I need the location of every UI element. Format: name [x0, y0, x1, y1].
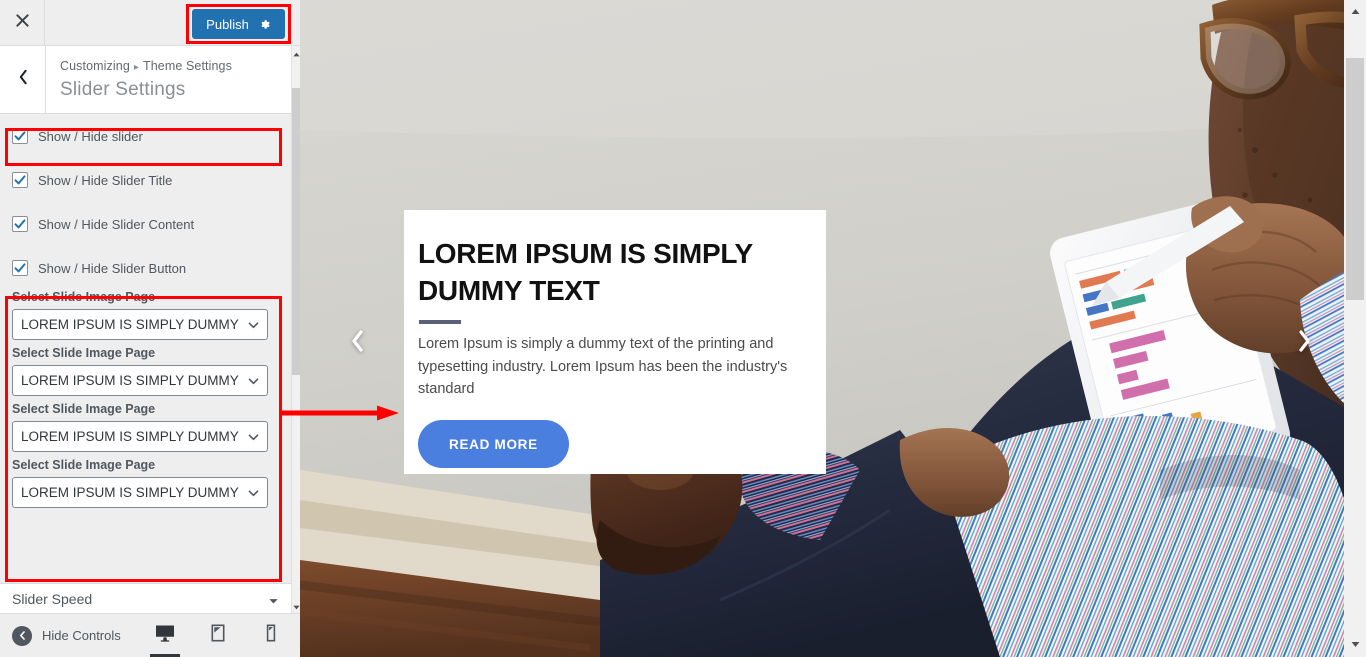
- customizer-panel: Publish Customizing ▸ Theme Settings Sli…: [0, 0, 301, 657]
- close-button[interactable]: [0, 0, 45, 45]
- select-slide-image-page-4[interactable]: LOREM IPSUM IS SIMPLY DUMMY TEXT: [12, 477, 268, 508]
- device-tablet-button[interactable]: [205, 621, 231, 651]
- page-title: Slider Settings: [60, 79, 186, 100]
- device-desktop-button[interactable]: [149, 621, 180, 657]
- chevron-down-icon: [247, 374, 260, 387]
- control-show-hide-slider-button[interactable]: Show / Hide Slider Button: [0, 246, 291, 290]
- slide-title-rule: [419, 319, 461, 324]
- carousel-prev-button[interactable]: [343, 329, 371, 357]
- breadcrumb[interactable]: Customizing ▸ Theme Settings: [60, 59, 232, 73]
- control-select-slide-image-page-1: Select Slide Image Page LOREM IPSUM IS S…: [0, 290, 291, 340]
- control-select-slide-image-page-3: Select Slide Image Page LOREM IPSUM IS S…: [0, 402, 291, 452]
- control-label: Select Slide Image Page: [12, 346, 156, 360]
- chevron-down-icon: [247, 318, 260, 331]
- checkbox-show-hide-slider-content[interactable]: [12, 216, 28, 232]
- customizer-header: Publish: [0, 0, 300, 46]
- control-label: Select Slide Image Page: [12, 290, 156, 304]
- control-label[interactable]: Show / Hide slider: [38, 129, 143, 144]
- select-slide-image-page-3[interactable]: LOREM IPSUM IS SIMPLY DUMMY TEXT: [12, 421, 268, 452]
- breadcrumb-separator: ▸: [133, 62, 139, 73]
- control-list: Show / Hide slider Show / Hide Slider Ti…: [0, 114, 291, 612]
- checkbox-show-hide-slider-title[interactable]: [12, 172, 28, 188]
- breadcrumb-section[interactable]: Theme Settings: [143, 59, 232, 73]
- publish-button[interactable]: Publish: [192, 9, 285, 39]
- control-label[interactable]: Show / Hide Slider Button: [38, 261, 186, 276]
- mobile-icon: [260, 622, 282, 649]
- slide-title: LOREM IPSUM IS SIMPLY DUMMY TEXT: [418, 238, 753, 306]
- chevron-left-circle-icon: [12, 625, 32, 646]
- select-slide-image-page-2[interactable]: LOREM IPSUM IS SIMPLY DUMMY TEXT: [12, 365, 268, 396]
- publish-annotation-box: Publish: [186, 4, 291, 44]
- checkbox-show-hide-slider-button[interactable]: [12, 260, 28, 276]
- device-switcher: [149, 621, 284, 657]
- desktop-icon: [154, 622, 176, 649]
- control-show-hide-slider-title[interactable]: Show / Hide Slider Title: [0, 158, 291, 202]
- panel-header: Customizing ▸ Theme Settings Slider Settin…: [0, 46, 291, 114]
- slide-content-card: LOREM IPSUM IS SIMPLY DUMMY TEXT Lorem I…: [404, 210, 826, 474]
- carousel-next-button[interactable]: [1290, 329, 1318, 357]
- checkbox-show-hide-slider[interactable]: [12, 128, 28, 144]
- scroll-up-icon[interactable]: [1344, 2, 1366, 20]
- customizer-footer: Hide Controls: [0, 613, 300, 657]
- select-slide-image-page-1[interactable]: LOREM IPSUM IS SIMPLY DUMMY TEXT: [12, 309, 268, 340]
- chevron-left-icon: [17, 69, 29, 90]
- control-label: Select Slide Image Page: [12, 402, 156, 416]
- gear-icon[interactable]: [258, 18, 271, 31]
- select-value: LOREM IPSUM IS SIMPLY DUMMY TEXT: [21, 485, 239, 500]
- chevron-right-icon: [1296, 329, 1313, 358]
- publish-label: Publish: [206, 16, 249, 32]
- control-select-slide-image-page-2: Select Slide Image Page LOREM IPSUM IS S…: [0, 346, 291, 396]
- preview-scrollbar[interactable]: [1344, 0, 1366, 657]
- scrollbar-thumb[interactable]: [1346, 58, 1364, 300]
- accordion-slider-speed[interactable]: Slider Speed: [0, 583, 291, 613]
- control-label[interactable]: Show / Hide Slider Content: [38, 217, 194, 232]
- scroll-down-icon[interactable]: [1344, 635, 1366, 653]
- customizer-screen: Publish Customizing ▸ Theme Settings Sli…: [0, 0, 1366, 657]
- control-select-slide-image-page-4: Select Slide Image Page LOREM IPSUM IS S…: [0, 458, 291, 508]
- hide-controls-label: Hide Controls: [42, 628, 121, 643]
- device-mobile-button[interactable]: [258, 621, 284, 651]
- chevron-left-icon: [349, 329, 366, 358]
- control-show-hide-slider[interactable]: Show / Hide slider: [0, 114, 291, 158]
- tablet-icon: [207, 622, 229, 649]
- select-value: LOREM IPSUM IS SIMPLY DUMMY TEXT: [21, 317, 239, 332]
- back-button[interactable]: [0, 46, 46, 113]
- chevron-down-icon: [247, 486, 260, 499]
- chevron-down-icon: [268, 593, 279, 604]
- chevron-down-icon: [247, 430, 260, 443]
- breadcrumb-root[interactable]: Customizing: [60, 59, 130, 73]
- control-label[interactable]: Show / Hide Slider Title: [38, 173, 172, 188]
- accordion-label: Slider Speed: [12, 590, 93, 607]
- select-value: LOREM IPSUM IS SIMPLY DUMMY TEXT: [21, 373, 239, 388]
- read-more-button[interactable]: READ MORE: [418, 420, 569, 469]
- control-label: Select Slide Image Page: [12, 458, 156, 472]
- select-value: LOREM IPSUM IS SIMPLY DUMMY TEXT: [21, 429, 239, 444]
- site-preview: LOREM IPSUM IS SIMPLY DUMMY TEXT Lorem I…: [300, 0, 1366, 657]
- control-show-hide-slider-content[interactable]: Show / Hide Slider Content: [0, 202, 291, 246]
- customizer-scrollbar[interactable]: [291, 46, 301, 657]
- slide-description: Lorem Ipsum is simply a dummy text of th…: [418, 335, 788, 398]
- close-icon: [15, 13, 30, 33]
- hide-controls-button[interactable]: Hide Controls: [0, 625, 121, 646]
